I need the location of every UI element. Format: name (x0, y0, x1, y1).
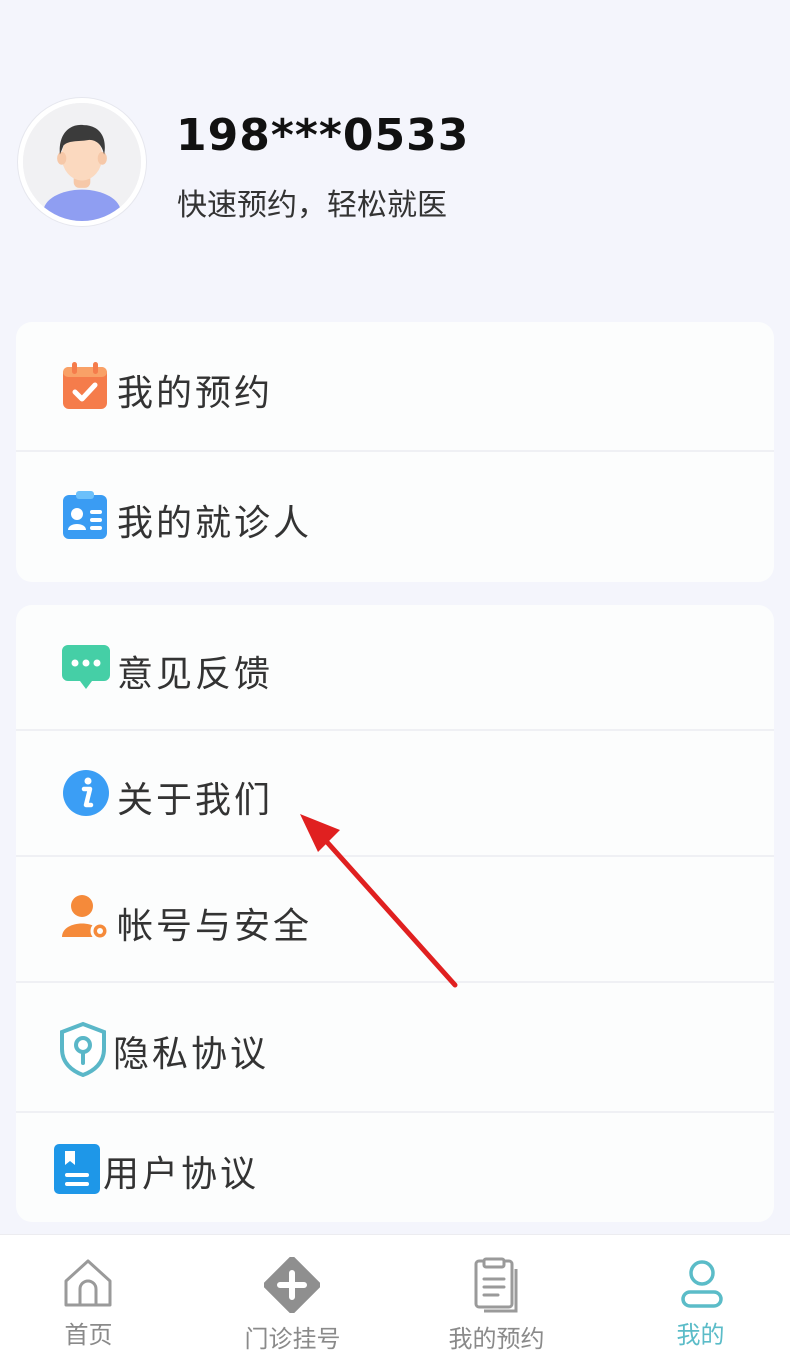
user-gear-icon (62, 895, 110, 941)
chat-bubble-icon (62, 645, 110, 689)
menu-item-about-us[interactable]: 关于我们 (16, 731, 774, 857)
menu-item-label: 关于我们 (117, 780, 274, 821)
menu-item-privacy-policy[interactable]: 隐私协议 (16, 983, 774, 1113)
tab-label: 首页 (64, 1321, 113, 1349)
user-avatar-icon (23, 103, 141, 221)
menu-item-my-appointments[interactable]: 我的预约 (16, 322, 774, 452)
shield-keyhole-icon (60, 1021, 106, 1077)
profile-page: 198***0533 快速预约，轻松就医 我的预约 我的就诊人 意见反馈 关于我… (0, 0, 790, 1350)
menu-item-account-security[interactable]: 帐号与安全 (16, 857, 774, 983)
tab-outpatient-registration[interactable]: 门诊挂号 (194, 1235, 391, 1350)
avatar[interactable] (18, 98, 146, 226)
menu-item-label: 我的预约 (117, 373, 274, 414)
bottom-tab-bar: 首页 门诊挂号 我的预约 我的 (0, 1234, 790, 1350)
menu-item-user-agreement[interactable]: 用户协议 (16, 1113, 774, 1222)
menu-item-feedback[interactable]: 意见反馈 (16, 605, 774, 731)
clipboard-icon (474, 1257, 518, 1313)
tab-label: 我的预约 (448, 1325, 545, 1350)
user-slogan: 快速预约，轻松就医 (177, 188, 447, 223)
tab-label: 我的 (676, 1321, 725, 1349)
menu-item-label: 隐私协议 (113, 1034, 270, 1075)
menu-item-label: 我的就诊人 (117, 503, 313, 544)
menu-item-label: 用户协议 (103, 1154, 260, 1195)
profile-header: 198***0533 快速预约，轻松就医 (0, 0, 790, 300)
home-icon (64, 1259, 112, 1307)
person-icon (681, 1260, 723, 1308)
info-icon (63, 770, 109, 816)
patient-card-icon (63, 491, 107, 539)
user-phone: 198***0533 (176, 110, 470, 161)
menu-item-label: 帐号与安全 (117, 906, 313, 947)
tab-label: 门诊挂号 (244, 1325, 341, 1350)
tab-home[interactable]: 首页 (0, 1235, 197, 1350)
menu-item-label: 意见反馈 (117, 654, 274, 695)
medical-plus-icon (264, 1257, 320, 1313)
tab-my-appointments[interactable]: 我的预约 (398, 1235, 595, 1350)
menu-card-primary: 我的预约 我的就诊人 (16, 322, 774, 582)
menu-card-secondary: 意见反馈 关于我们 帐号与安全 隐私协议 用户协议 (16, 605, 774, 1222)
menu-item-my-patients[interactable]: 我的就诊人 (16, 452, 774, 582)
tab-mine[interactable]: 我的 (602, 1235, 790, 1350)
calendar-check-icon (63, 362, 107, 409)
document-icon (54, 1144, 100, 1194)
